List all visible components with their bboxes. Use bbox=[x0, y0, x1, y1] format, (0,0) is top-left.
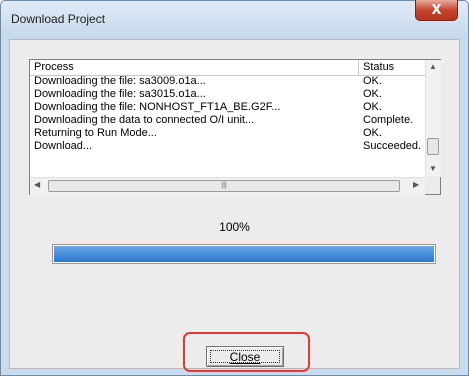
horizontal-scrollbar[interactable]: ◀ ||| ▶ bbox=[30, 177, 425, 195]
scroll-down-arrow-icon[interactable]: ▼ bbox=[429, 164, 437, 173]
status-cell: OK. bbox=[363, 75, 382, 87]
column-divider[interactable] bbox=[358, 60, 359, 75]
process-cell: Downloading the file: NONHOST_FT1A_BE.G2… bbox=[34, 101, 281, 113]
column-header-status[interactable]: Status bbox=[363, 61, 394, 73]
scroll-left-arrow-icon[interactable]: ◀ bbox=[34, 180, 40, 189]
process-list[interactable]: Process Status Downloading the file: sa3… bbox=[29, 59, 441, 195]
status-cell: Succeeded. bbox=[363, 140, 422, 152]
process-cell: Downloading the file: sa3009.o1a... bbox=[34, 75, 206, 87]
close-button-highlight bbox=[183, 332, 310, 372]
status-cell: OK. bbox=[363, 88, 382, 100]
list-item[interactable]: Downloading the file: sa3009.o1a... OK. bbox=[30, 75, 425, 88]
status-cell: Complete. bbox=[363, 114, 414, 126]
scroll-up-arrow-icon[interactable]: ▲ bbox=[429, 62, 437, 71]
horizontal-scroll-thumb[interactable]: ||| bbox=[48, 180, 400, 192]
list-item[interactable]: Returning to Run Mode... OK. bbox=[30, 127, 425, 140]
progress-fill bbox=[54, 246, 434, 262]
status-cell: OK. bbox=[363, 127, 382, 139]
list-header: Process Status bbox=[30, 60, 425, 76]
process-cell: Downloading the data to connected O/I un… bbox=[34, 114, 255, 126]
list-item[interactable]: Downloading the file: sa3015.o1a... OK. bbox=[30, 88, 425, 101]
window-title: Download Project bbox=[11, 12, 106, 26]
dialog-body: Process Status Downloading the file: sa3… bbox=[9, 39, 460, 369]
vertical-scrollbar[interactable]: ▲ ▼ bbox=[425, 60, 441, 177]
window-close-button[interactable]: X bbox=[415, 0, 458, 21]
download-progress-bar bbox=[52, 244, 436, 264]
list-item[interactable]: Download... Succeeded. bbox=[30, 140, 425, 153]
process-cell: Download... bbox=[34, 140, 93, 152]
process-cell: Downloading the file: sa3015.o1a... bbox=[34, 88, 206, 100]
download-project-dialog: Download Project X Process Status Downlo… bbox=[0, 0, 469, 376]
scrollbar-corner bbox=[425, 177, 440, 194]
close-icon: X bbox=[431, 2, 442, 18]
list-item[interactable]: Downloading the data to connected O/I un… bbox=[30, 114, 425, 127]
status-cell: OK. bbox=[363, 101, 382, 113]
vertical-scroll-thumb[interactable] bbox=[427, 138, 439, 155]
title-bar[interactable]: Download Project X bbox=[1, 0, 468, 39]
column-header-process[interactable]: Process bbox=[34, 61, 74, 73]
process-cell: Returning to Run Mode... bbox=[34, 127, 157, 139]
scroll-right-arrow-icon[interactable]: ▶ bbox=[413, 180, 419, 189]
progress-percent: 100% bbox=[219, 220, 250, 234]
list-item[interactable]: Downloading the file: NONHOST_FT1A_BE.G2… bbox=[30, 101, 425, 114]
